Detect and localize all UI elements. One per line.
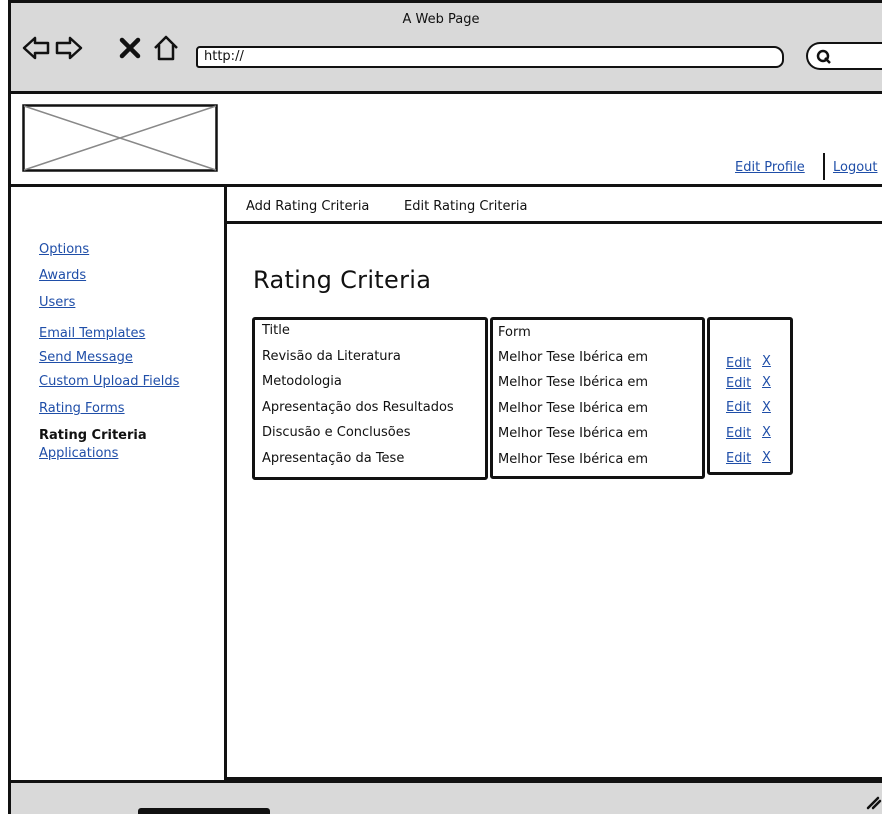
sidebar-item-email-templates[interactable]: Email Templates — [39, 326, 145, 341]
row-title: Apresentação da Tese — [262, 451, 405, 466]
sidebar-item-rating-forms[interactable]: Rating Forms — [39, 401, 125, 416]
sidebar-item-send-message[interactable]: Send Message — [39, 350, 133, 365]
sidebar-edge — [8, 187, 11, 814]
delete-link[interactable]: X — [762, 375, 771, 390]
row-form: Melhor Tese Ibérica em — [498, 350, 649, 365]
column-header-form: Form — [498, 325, 531, 340]
tab-add-rating-criteria[interactable]: Add Rating Criteria — [246, 199, 369, 214]
column-header-title: Title — [262, 323, 290, 338]
edit-link[interactable]: Edit — [726, 426, 751, 441]
back-arrow-icon[interactable] — [22, 34, 50, 62]
tab-edit-rating-criteria[interactable]: Edit Rating Criteria — [404, 199, 527, 214]
logout-link[interactable]: Logout — [833, 160, 878, 175]
sidebar-item-awards[interactable]: Awards — [39, 268, 86, 283]
row-form: Melhor Tese Ibérica em — [498, 452, 649, 467]
row-form: Melhor Tese Ibérica em — [498, 426, 649, 441]
edit-profile-link[interactable]: Edit Profile — [735, 160, 805, 175]
sidebar-item-applications[interactable]: Applications — [39, 446, 118, 461]
delete-link[interactable]: X — [762, 425, 771, 440]
edit-link[interactable]: Edit — [726, 356, 751, 371]
close-x-icon[interactable] — [118, 36, 142, 60]
row-title: Metodologia — [262, 374, 342, 389]
forward-arrow-icon[interactable] — [55, 34, 83, 62]
row-form: Melhor Tese Ibérica em — [498, 375, 649, 390]
sidebar-item-options[interactable]: Options — [39, 242, 89, 257]
scrollbar-thumb[interactable] — [138, 808, 270, 814]
row-form: Melhor Tese Ibérica em — [498, 401, 649, 416]
page-title: Rating Criteria — [253, 266, 432, 294]
sidebar-item-rating-criteria[interactable]: Rating Criteria — [39, 428, 147, 443]
delete-link[interactable]: X — [762, 354, 771, 369]
edit-link[interactable]: Edit — [726, 451, 751, 466]
url-input[interactable]: http:// — [196, 46, 784, 68]
edit-link[interactable]: Edit — [726, 400, 751, 415]
home-icon[interactable] — [152, 34, 180, 62]
delete-link[interactable]: X — [762, 450, 771, 465]
window-title: A Web Page — [402, 12, 480, 27]
link-separator — [823, 153, 825, 180]
sidebar-item-custom-upload-fields[interactable]: Custom Upload Fields — [39, 374, 179, 389]
browser-search-field[interactable] — [806, 42, 882, 70]
sidebar-item-users[interactable]: Users — [39, 295, 75, 310]
row-title: Apresentação dos Resultados — [262, 400, 454, 415]
row-title: Discusão e Conclusões — [262, 425, 411, 440]
logo-placeholder — [22, 104, 218, 172]
resize-grip-icon[interactable] — [862, 790, 882, 810]
delete-link[interactable]: X — [762, 400, 771, 415]
search-icon — [816, 49, 831, 64]
row-title: Revisão da Literatura — [262, 349, 401, 364]
edit-link[interactable]: Edit — [726, 376, 751, 391]
